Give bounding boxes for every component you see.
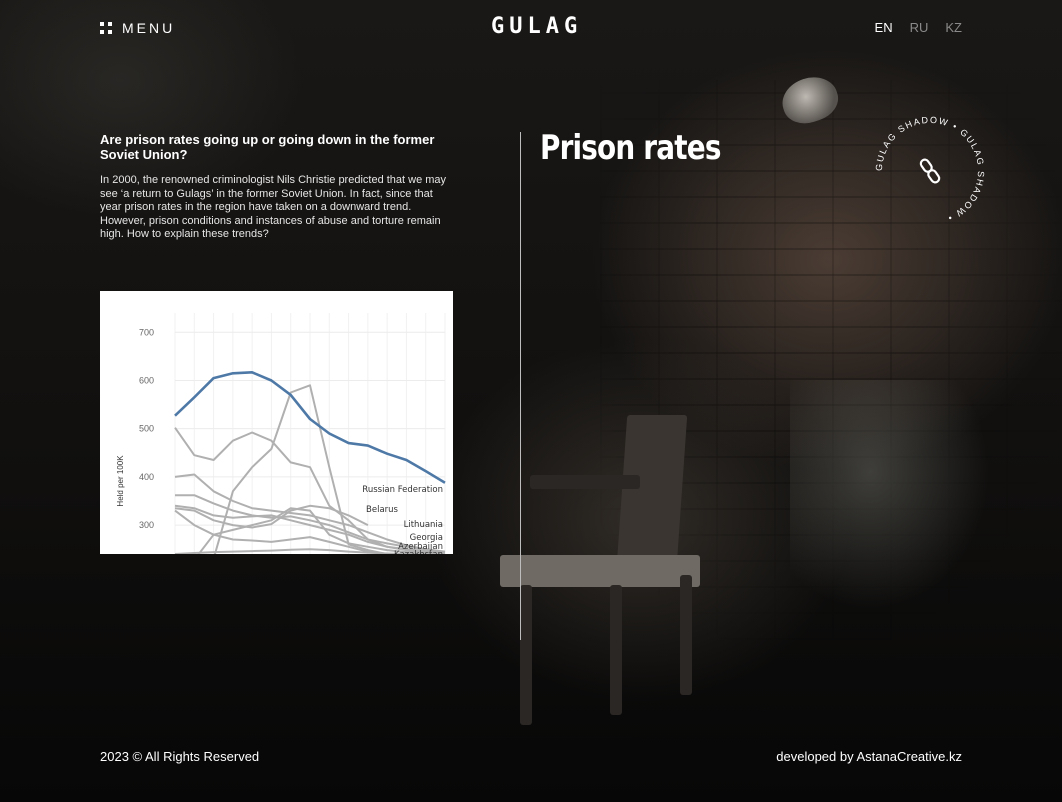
link-chain-icon <box>919 158 941 184</box>
lang-kz[interactable]: KZ <box>945 20 962 35</box>
series-label: Belarus <box>366 505 399 515</box>
y-tick-label: 700 <box>139 327 154 337</box>
y-tick-label: 400 <box>139 472 154 482</box>
lang-ru[interactable]: RU <box>910 20 929 35</box>
page-title: Prison rates <box>540 128 721 168</box>
language-switcher: EN RU KZ <box>875 20 962 35</box>
series-label: Kazakhstan <box>394 550 443 554</box>
menu-dots-icon <box>100 22 112 34</box>
badge-ring-text: GULAG SHADOW • GULAG SHADOW • <box>874 115 985 224</box>
y-tick-label: 500 <box>139 424 154 434</box>
menu-button[interactable]: MENU <box>100 20 175 36</box>
lang-en[interactable]: EN <box>875 20 893 35</box>
menu-label: MENU <box>122 20 176 36</box>
series-label: Lithuania <box>404 520 443 530</box>
svg-text:GULAG SHADOW • GULAG SHADOW •: GULAG SHADOW • GULAG SHADOW • <box>874 115 986 224</box>
y-tick-label: 600 <box>139 375 154 385</box>
site-logo[interactable]: GULAG <box>491 14 582 39</box>
footer-copyright: 2023 © All Rights Reserved <box>100 749 260 764</box>
chart-svg: Held per 100K 300 400 500 600 700 Russian Fe… <box>116 313 446 554</box>
series-label: Russian Federation <box>362 485 443 495</box>
vertical-divider <box>520 132 521 640</box>
chair-shape <box>490 405 730 725</box>
gulag-shadow-badge[interactable]: GULAG SHADOW • GULAG SHADOW • <box>872 113 988 229</box>
y-axis-label: Held per 100K <box>116 455 125 507</box>
section-question: Are prison rates going up or going down … <box>100 132 435 162</box>
footer-credit-link[interactable]: developed by AstanaCreative.kz <box>776 749 962 764</box>
y-tick-label: 300 <box>139 520 154 530</box>
section-intro: In 2000, the renowned criminologist Nils… <box>100 174 447 240</box>
prison-rates-chart: Held per 100K 300 400 500 600 700 Russian Fe… <box>100 291 453 554</box>
